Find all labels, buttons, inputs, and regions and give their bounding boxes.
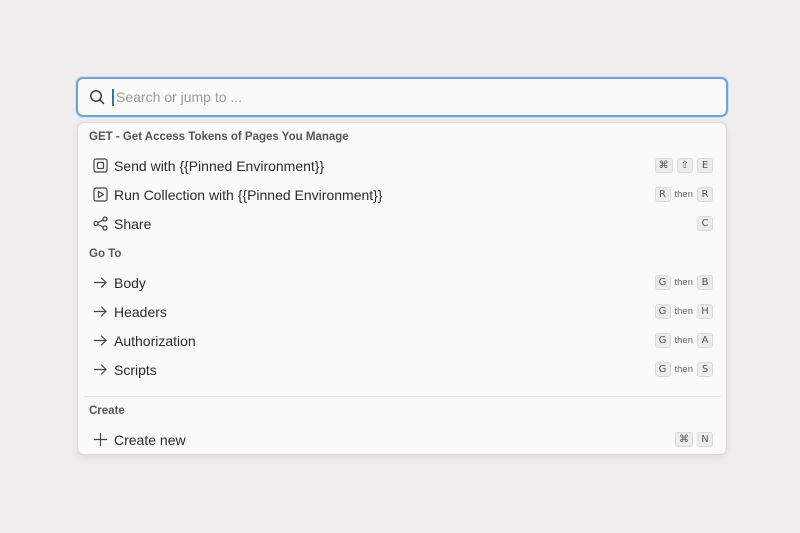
key-r: R [697, 187, 713, 202]
section-divider [84, 396, 721, 397]
section-title-request: GET - Get Access Tokens of Pages You Man… [89, 131, 349, 143]
command-palette-panel: GET - Get Access Tokens of Pages You Man… [77, 122, 727, 455]
command-search-bar[interactable] [76, 77, 728, 117]
menu-item-label: Create new [114, 432, 186, 448]
menu-item-label: Run Collection with {{Pinned Environment… [114, 187, 383, 203]
key-cmd: ⌘ [675, 432, 693, 447]
menu-item-send[interactable]: Send with {{Pinned Environment}} ⌘ ⇧ E [84, 152, 721, 179]
key-b: B [697, 275, 713, 290]
menu-item-create-new[interactable]: Create new ⌘ N [84, 426, 721, 453]
arrow-right-icon [92, 361, 109, 378]
key-shift: ⇧ [676, 158, 693, 173]
shortcut: ⌘ ⇧ E [654, 158, 713, 173]
shortcut-then: then [674, 277, 694, 288]
key-c: C [697, 216, 713, 231]
key-g: G [654, 304, 671, 319]
key-n: N [697, 432, 713, 447]
play-square-icon [92, 186, 109, 203]
menu-item-label: Headers [114, 304, 167, 320]
key-g: G [654, 275, 671, 290]
section-title-create: Create [89, 405, 125, 417]
arrow-right-icon [92, 274, 109, 291]
menu-item-label: Send with {{Pinned Environment}} [114, 158, 325, 174]
share-icon [92, 215, 109, 232]
shortcut-then: then [674, 189, 694, 200]
key-g: G [654, 362, 671, 377]
shortcut: R then R [654, 187, 713, 202]
text-caret [112, 89, 114, 106]
key-r: R [654, 187, 671, 202]
plus-icon [92, 431, 109, 448]
menu-item-run-collection[interactable]: Run Collection with {{Pinned Environment… [84, 181, 721, 208]
key-e: E [697, 158, 713, 173]
menu-item-label: Authorization [114, 333, 196, 349]
menu-item-authorization[interactable]: Authorization G then A [84, 327, 721, 354]
key-cmd: ⌘ [654, 158, 673, 173]
key-g: G [654, 333, 671, 348]
section-title-go-to: Go To [89, 248, 122, 260]
menu-item-headers[interactable]: Headers G then H [84, 298, 721, 325]
shortcut-then: then [674, 335, 694, 346]
key-h: H [697, 304, 713, 319]
shortcut: G then B [654, 275, 713, 290]
arrow-right-icon [92, 332, 109, 349]
key-s: S [697, 362, 713, 377]
menu-item-share[interactable]: Share C [84, 210, 721, 237]
search-input[interactable] [116, 83, 676, 111]
arrow-right-icon [92, 303, 109, 320]
search-icon [89, 89, 105, 105]
shortcut: ⌘ N [675, 432, 713, 447]
shortcut: G then H [654, 304, 713, 319]
menu-item-scripts[interactable]: Scripts G then S [84, 356, 721, 383]
menu-item-label: Body [114, 275, 146, 291]
menu-item-label: Scripts [114, 362, 157, 378]
menu-item-body[interactable]: Body G then B [84, 269, 721, 296]
send-square-icon [92, 157, 109, 174]
shortcut-then: then [674, 306, 694, 317]
key-a: A [697, 333, 713, 348]
menu-item-label: Share [114, 216, 152, 232]
shortcut: G then A [654, 333, 713, 348]
shortcut: C [697, 216, 713, 231]
shortcut-then: then [674, 364, 694, 375]
shortcut: G then S [654, 362, 713, 377]
